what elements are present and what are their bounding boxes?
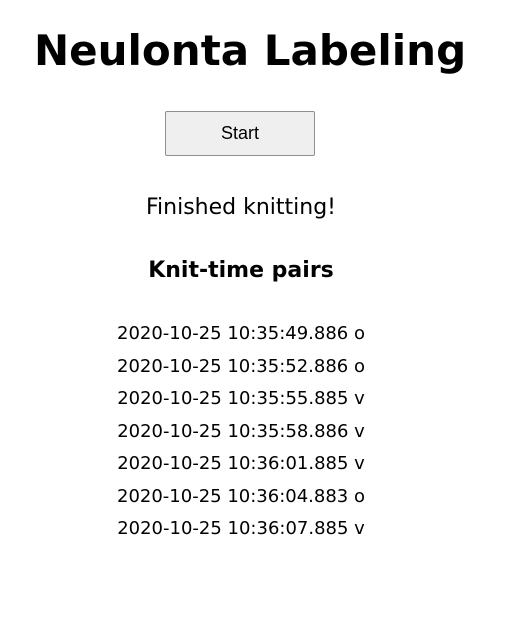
pair-item: 2020-10-25 10:36:04.883 o <box>117 485 365 507</box>
pairs-list: 2020-10-25 10:35:49.886 o 2020-10-25 10:… <box>0 318 482 546</box>
status-message: Finished knitting! <box>145 195 336 220</box>
pair-item: 2020-10-25 10:35:55.885 v <box>117 388 365 409</box>
page-title: Neulonta Labeling <box>34 26 467 75</box>
start-button[interactable]: Start <box>165 111 315 156</box>
pair-item: 2020-10-25 10:36:07.885 v <box>117 518 365 539</box>
pair-item: 2020-10-25 10:35:52.886 o <box>117 355 365 377</box>
pairs-heading: Knit-time pairs <box>148 258 334 283</box>
pair-item: 2020-10-25 10:35:58.886 v <box>117 420 365 442</box>
pair-item: 2020-10-25 10:35:49.886 o <box>117 323 365 344</box>
pair-item: 2020-10-25 10:36:01.885 v <box>117 453 365 474</box>
